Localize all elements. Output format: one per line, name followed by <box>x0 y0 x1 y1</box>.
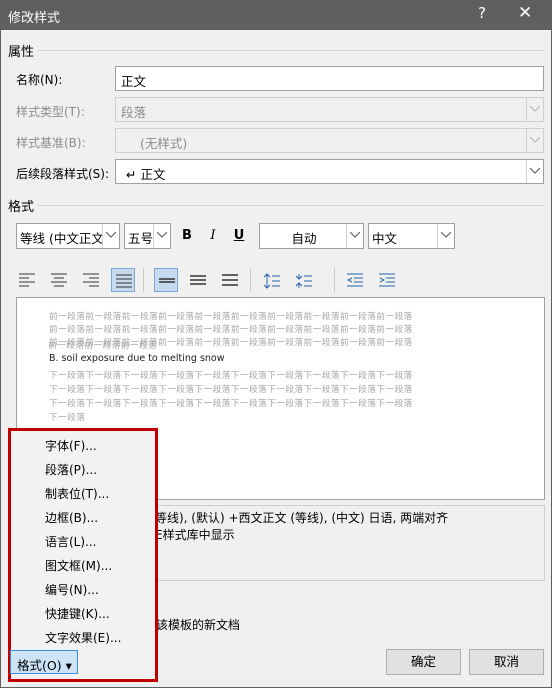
language-value: 中文 <box>372 231 398 246</box>
name-label: 名称(N): <box>16 73 63 87</box>
format-menu: 字体(F)... 段落(P)... 制表位(T)... 边框(B)... 语言(… <box>8 428 158 682</box>
menu-item-language[interactable]: 语言(L)... <box>45 533 97 550</box>
style-base-select[interactable]: (无样式) <box>115 128 544 153</box>
preview-prev-line: 前一段落前一段落前一段落 <box>48 341 158 351</box>
italic-button[interactable]: I <box>203 226 223 246</box>
align-right-icon <box>83 273 99 287</box>
align-justify-button[interactable] <box>111 268 135 292</box>
properties-heading: 属性 <box>8 45 35 60</box>
font-select[interactable]: 等线 (中文正文) <box>16 223 120 249</box>
divider <box>38 50 544 51</box>
preview-prev-line: 前一段落前一段落前一段落前一段落前一段落前一段落前一段落前一段落前一段落前一段落 <box>49 325 413 335</box>
description-line: E样式库中显示 <box>155 528 235 542</box>
preview-next-line: 下一段落下一段落下一段落下一段落下一段落下一段落下一段落下一段落下一段落下一段落 <box>49 385 413 395</box>
style-type-label: 样式类型(T): <box>16 105 85 119</box>
preview-next-line: 下一段落下一段落下一段落下一段落下一段落下一段落下一段落下一段落下一段落下一段落 <box>49 399 413 409</box>
menu-item-text-effects[interactable]: 文字效果(E)... <box>45 629 121 646</box>
toolbar-separator <box>143 268 144 292</box>
cancel-button[interactable]: 取消 <box>469 649 544 675</box>
format-heading: 格式 <box>8 200 35 215</box>
menu-item-paragraph[interactable]: 段落(P)... <box>45 461 97 478</box>
style-base-label: 样式基准(B): <box>16 136 86 150</box>
menu-item-frame[interactable]: 图文框(M)... <box>45 557 112 574</box>
align-center-button[interactable] <box>47 268 71 292</box>
increase-spacing-icon <box>264 273 280 289</box>
new-documents-option[interactable]: 该模板的新文档 <box>156 616 240 633</box>
preview-sample-text: B. soil exposure due to melting snow <box>49 353 225 364</box>
format-button[interactable]: 格式(O) ▾ <box>10 650 78 674</box>
font-value: 等线 (中文正文) <box>20 231 109 246</box>
one-half-spacing-button[interactable] <box>186 268 210 292</box>
align-justify-icon <box>116 274 132 288</box>
chevron-down-icon <box>526 98 543 121</box>
chevron-down-icon <box>346 224 363 248</box>
font-color-value: 自动 <box>291 231 317 246</box>
chevron-down-icon <box>153 224 170 248</box>
preview-next-line: 下一段落 <box>49 413 86 423</box>
language-select[interactable]: 中文 <box>368 223 455 249</box>
next-style-select[interactable]: ↵ 正文 <box>115 159 544 184</box>
help-button[interactable]: ? <box>478 4 486 22</box>
size-select[interactable]: 五号 <box>124 223 171 249</box>
style-base-value: (无样式) <box>140 136 188 151</box>
style-type-select[interactable]: 段落 <box>115 97 544 122</box>
chevron-down-icon <box>526 160 543 183</box>
preview-prev-line: 前一段落前一段落前一段落前一段落前一段落前一段落前一段落前一段落前一段落前一段落 <box>49 312 413 322</box>
single-spacing-button[interactable] <box>154 268 178 292</box>
font-color-select[interactable]: 自动 <box>259 223 364 249</box>
window-title: 修改样式 <box>8 11 61 26</box>
toolbar-separator <box>334 268 335 292</box>
align-center-icon <box>51 273 67 287</box>
menu-item-shortcut[interactable]: 快捷键(K)... <box>45 605 110 622</box>
underline-button[interactable]: U <box>229 226 249 246</box>
one-half-spacing-icon <box>190 275 206 285</box>
double-spacing-icon <box>222 274 238 286</box>
ok-button[interactable]: 确定 <box>386 649 461 675</box>
chevron-down-icon <box>526 129 543 152</box>
next-style-label: 后续段落样式(S): <box>16 167 110 181</box>
decrease-spacing-button[interactable] <box>292 268 316 292</box>
single-spacing-icon <box>159 278 175 283</box>
toolbar-separator <box>250 268 251 292</box>
size-value: 五号 <box>128 231 154 246</box>
increase-indent-button[interactable] <box>375 268 399 292</box>
title-bar: 修改样式 ? ✕ <box>0 0 552 30</box>
chevron-down-icon <box>437 224 454 248</box>
description-line: 等线), (默认) +西文正文 (等线), (中文) 日语, 两端对齐 <box>155 511 449 525</box>
align-left-icon <box>19 273 35 287</box>
close-button[interactable]: ✕ <box>518 3 532 23</box>
increase-indent-icon <box>379 273 395 287</box>
name-field[interactable]: 正文 <box>115 66 544 91</box>
align-right-button[interactable] <box>79 268 103 292</box>
menu-item-font[interactable]: 字体(F)... <box>45 437 97 454</box>
menu-item-border[interactable]: 边框(B)... <box>45 509 98 526</box>
decrease-indent-button[interactable] <box>343 268 367 292</box>
preview-next-line: 下一段落下一段落下一段落下一段落下一段落下一段落下一段落下一段落下一段落下一段落 <box>49 371 413 381</box>
decrease-spacing-icon <box>296 274 312 288</box>
menu-item-tabs[interactable]: 制表位(T)... <box>45 485 109 502</box>
menu-item-numbering[interactable]: 编号(N)... <box>45 581 99 598</box>
increase-spacing-button[interactable] <box>260 268 284 292</box>
align-left-button[interactable] <box>15 268 39 292</box>
double-spacing-button[interactable] <box>218 268 242 292</box>
decrease-indent-icon <box>347 273 363 287</box>
style-type-value: 段落 <box>121 105 147 120</box>
divider <box>38 205 544 206</box>
next-style-value: ↵ 正文 <box>126 167 166 182</box>
chevron-down-icon <box>102 224 119 248</box>
bold-button[interactable]: B <box>177 226 197 246</box>
